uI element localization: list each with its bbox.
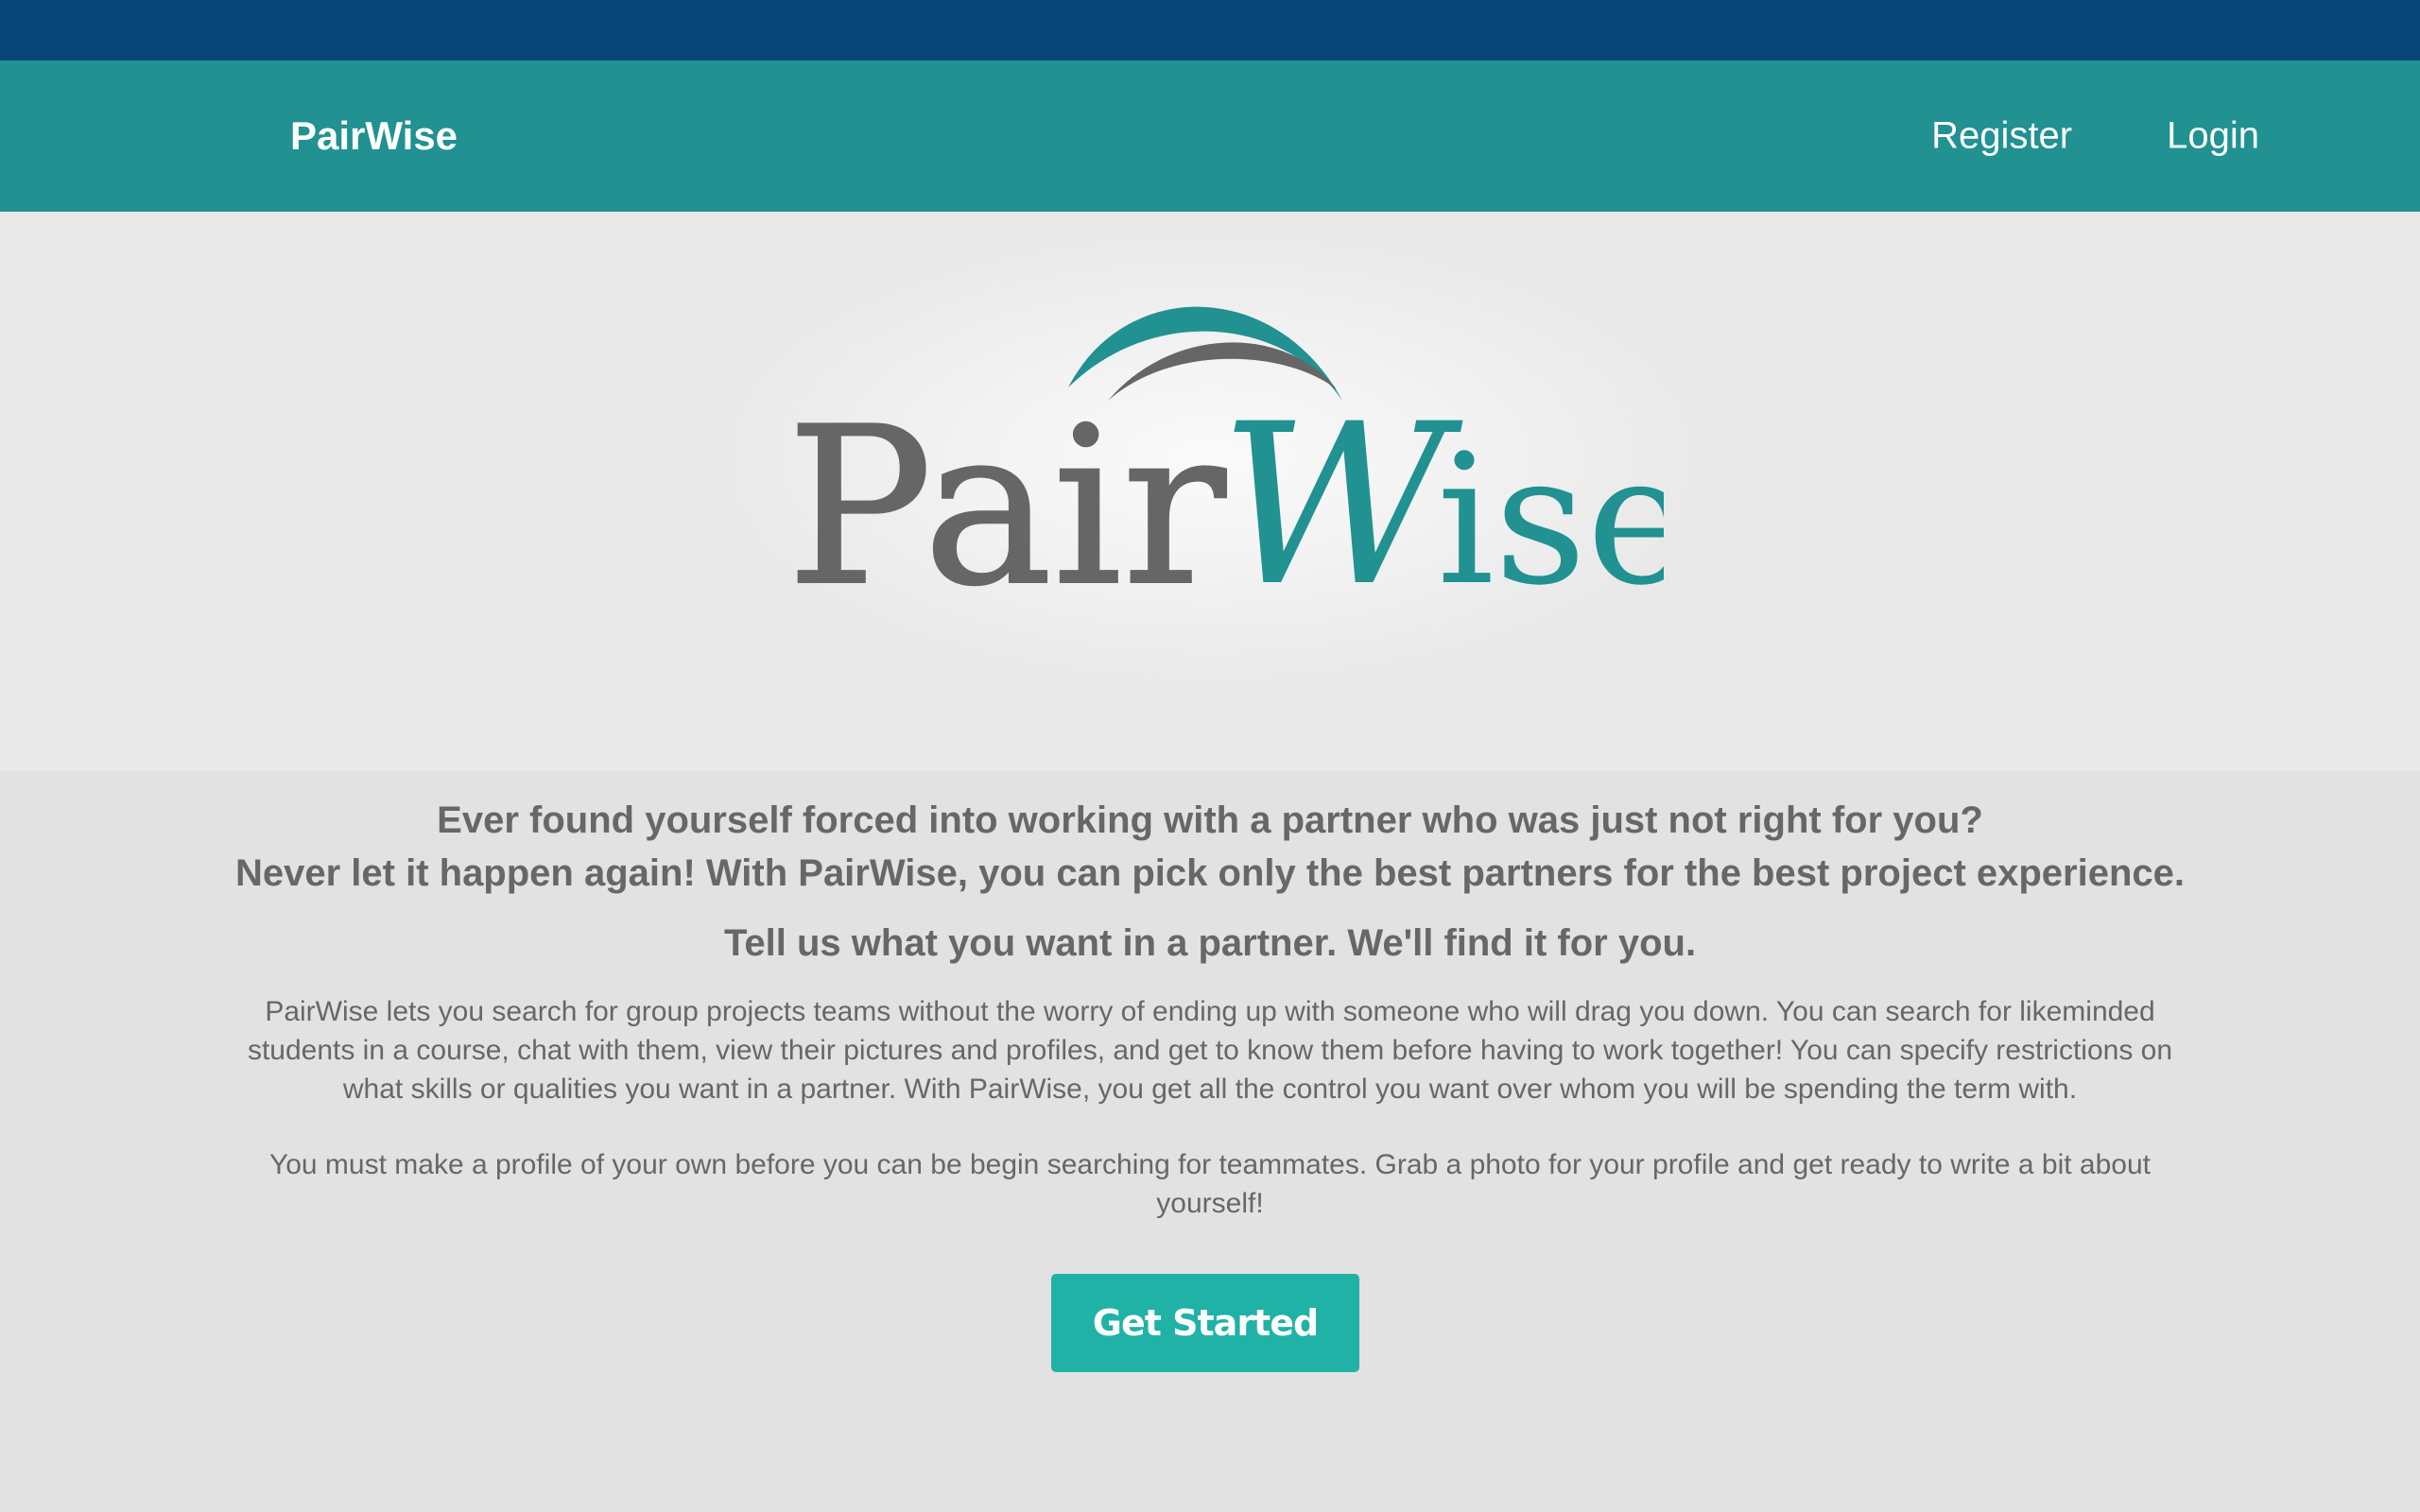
pairwise-logo: Pair W ise [786,306,1664,635]
hero-banner: Pair W ise [0,212,2420,771]
nav-links: Register Login [1931,115,2259,158]
top-strip [0,0,2420,60]
logo-text-pair: Pair [786,382,1226,634]
brand-link[interactable]: PairWise [290,113,458,159]
navbar: PairWise Register Login [0,60,2420,212]
get-started-button[interactable]: Get Started [1051,1274,1359,1372]
logo-text-w: W [1219,377,1463,635]
main-content: Ever found yourself forced into working … [0,771,2420,1512]
intro-paragraph: PairWise lets you search for group proje… [247,996,2173,1105]
subheadline: Tell us what you want in a partner. We'l… [723,922,1697,964]
headline-line-1: Ever found yourself forced into working … [437,799,1983,841]
logo-text-ise: ise [1437,416,1664,625]
register-link[interactable]: Register [1931,115,2072,158]
profile-paragraph: You must make a profile of your own befo… [268,1149,2152,1219]
headline-line-2: Never let it happen again! With PairWise… [234,852,2186,894]
login-link[interactable]: Login [2167,115,2259,158]
